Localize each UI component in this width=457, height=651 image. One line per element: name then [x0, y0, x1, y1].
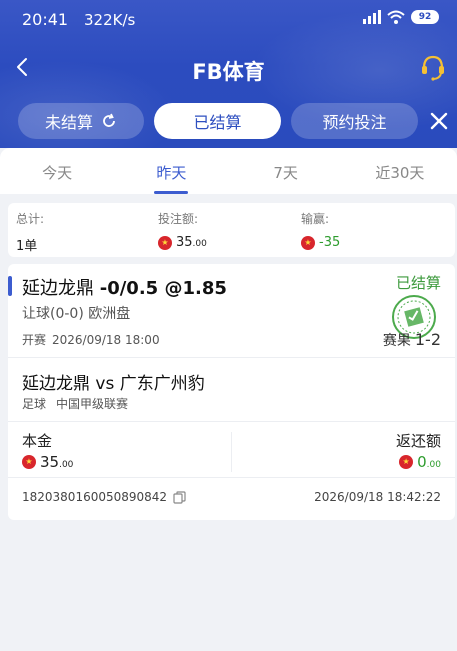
- title-bar: FB体育: [0, 44, 457, 92]
- open-label: 开赛: [22, 333, 47, 347]
- order-number-text: 1820380160050890842: [22, 490, 168, 504]
- page-title: FB体育: [192, 60, 265, 84]
- divider: [8, 357, 455, 358]
- battery-icon: 92: [411, 10, 439, 24]
- divider: [231, 432, 232, 472]
- total-label: 总计:: [16, 212, 45, 226]
- header: 20:41 322K/s 92 FB体育 未结算 已结算 预约投注: [0, 0, 457, 148]
- summary-stake: 投注额: ★ 35.00: [158, 210, 207, 250]
- china-flag-icon: ★: [399, 455, 414, 469]
- bet-selection: 延边龙鼎 -0/0.5 @1.85: [22, 274, 227, 300]
- match-result: 赛果 1-2: [383, 330, 441, 350]
- support-headset-icon[interactable]: [419, 52, 447, 82]
- tab-label: 已结算: [193, 113, 242, 132]
- winloss-value: -35: [319, 235, 341, 250]
- match-meta: 足球 中国甲级联赛: [22, 395, 128, 412]
- bet-status-tabs: 未结算 已结算 预约投注: [18, 103, 418, 139]
- china-flag-icon: ★: [22, 455, 36, 469]
- tab-today[interactable]: 今天: [0, 148, 114, 194]
- bet-status: 已结算: [395, 274, 441, 292]
- winloss-label: 输赢:: [301, 212, 330, 226]
- bet-team: 延边龙鼎: [22, 278, 94, 299]
- stake-label: 投注额:: [158, 212, 199, 226]
- bet-handicap-odds: -0/0.5 @1.85: [99, 278, 227, 299]
- refresh-icon[interactable]: [101, 113, 117, 129]
- divider: [8, 421, 455, 422]
- tab-7-days[interactable]: 7天: [229, 148, 343, 194]
- stake-value: 35.00: [176, 235, 207, 250]
- close-icon[interactable]: [427, 109, 451, 133]
- summary-winloss: 输赢: ★ -35: [301, 210, 340, 250]
- match-start: 开赛 2026/09/18 18:00: [22, 331, 160, 348]
- return-value: ★ 0.00: [399, 453, 441, 471]
- china-flag-icon: ★: [158, 235, 172, 250]
- tab-30-days[interactable]: 近30天: [343, 148, 457, 194]
- result-score: 1-2: [414, 330, 441, 349]
- result-label: 赛果: [382, 333, 411, 349]
- status-bar: 20:41 322K/s 92: [0, 0, 457, 40]
- bet-card[interactable]: 延边龙鼎 -0/0.5 @1.85 已结算 让球(0-0) 欧洲盘 开赛 2026…: [8, 264, 455, 520]
- return-label: 返还额: [395, 432, 441, 450]
- tab-settled[interactable]: 已结算: [154, 103, 281, 139]
- status-icons: 92: [363, 10, 439, 24]
- summary-total: 总计: 1单: [16, 210, 44, 254]
- tab-scheduled-bet[interactable]: 预约投注: [291, 103, 418, 139]
- copy-icon[interactable]: [173, 490, 186, 504]
- order-time: 2026/09/18 18:42:22: [314, 490, 441, 504]
- bet-market: 让球(0-0) 欧洲盘: [22, 306, 131, 322]
- date-filter-tabs: 今天 昨天 7天 近30天: [0, 148, 457, 194]
- divider: [8, 477, 455, 478]
- open-time: 2026/09/18 18:00: [52, 333, 160, 347]
- sport: 足球: [22, 397, 47, 411]
- china-flag-icon: ★: [301, 235, 315, 250]
- summary-card: 总计: 1单 投注额: ★ 35.00 输赢: ★ -35: [8, 203, 455, 257]
- principal-label: 本金: [22, 432, 53, 450]
- tab-label: 预约投注: [322, 113, 387, 132]
- order-number: 1820380160050890842: [22, 490, 186, 504]
- tab-unsettled[interactable]: 未结算: [18, 103, 144, 139]
- tab-yesterday[interactable]: 昨天: [114, 148, 228, 194]
- signal-icon: [363, 10, 381, 24]
- card-marker: [8, 276, 12, 296]
- status-time: 20:41: [22, 10, 69, 29]
- principal-value: ★ 35.00: [22, 453, 73, 471]
- league: 中国甲级联赛: [56, 397, 129, 411]
- total-value: 1单: [16, 239, 38, 254]
- match-name: 延边龙鼎 vs 广东广州豹: [22, 374, 205, 394]
- tab-label: 未结算: [44, 113, 93, 132]
- status-speed: 322K/s: [84, 11, 136, 29]
- wifi-icon: [387, 10, 405, 24]
